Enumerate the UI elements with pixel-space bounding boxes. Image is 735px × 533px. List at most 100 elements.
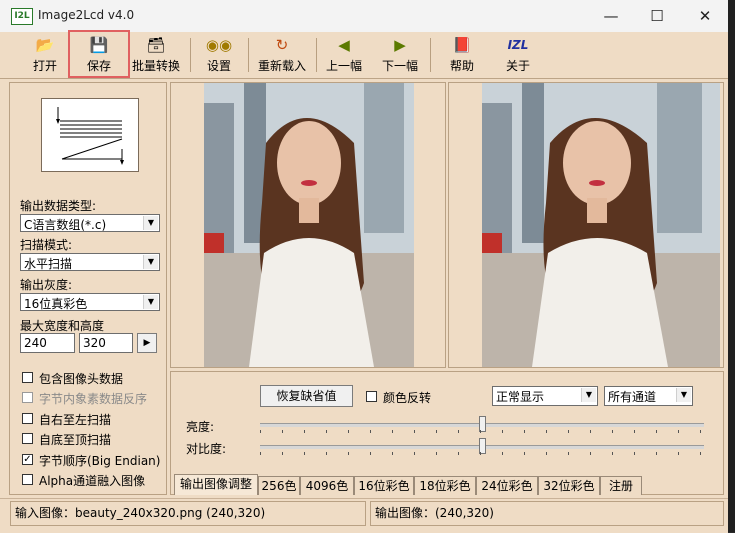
display-mode-select[interactable]: 正常显示 ▼: [492, 386, 598, 406]
scan-mode-select[interactable]: 水平扫描 ▼: [20, 253, 160, 271]
big-endian-label: 字节顺序(Big Endian): [39, 454, 161, 468]
scan-bottom-to-top-label: 自底至顶扫描: [39, 433, 112, 447]
open-icon: 📂: [35, 36, 55, 54]
input-image: [204, 83, 414, 367]
previous-button[interactable]: ◀ 上一幅: [322, 35, 366, 75]
channel-select[interactable]: 所有通道 ▼: [604, 386, 693, 406]
tab-4096-color[interactable]: 4096色: [300, 476, 354, 495]
restore-defaults-button[interactable]: 恢复缺省值: [260, 385, 353, 407]
toolbar-separator: [248, 38, 249, 72]
arrow-left-icon: ◀: [338, 36, 350, 54]
tab-24bit-color[interactable]: 24位彩色: [476, 476, 538, 495]
chevron-down-icon: ▼: [143, 295, 158, 309]
about-label: 关于: [505, 59, 530, 73]
about-izl-icon: IZL: [507, 38, 529, 52]
settings-label: 设置: [206, 59, 231, 73]
toolbar-separator: [190, 38, 191, 72]
scan-direction-preview: [41, 98, 139, 172]
chevron-down-icon: ▼: [143, 216, 158, 230]
minimize-button[interactable]: —: [588, 0, 634, 32]
arrow-right-icon: ▶: [394, 36, 406, 54]
settings-panel: 输出数据类型: C语言数组(*.c) ▼ 扫描模式: 水平扫描 ▼ 输出灰度: …: [9, 82, 167, 495]
max-width-input[interactable]: 240: [20, 333, 75, 353]
contrast-slider[interactable]: [260, 438, 704, 456]
gray-level-label: 输出灰度:: [20, 278, 73, 292]
slider-ticks: [260, 452, 704, 455]
brightness-slider[interactable]: [260, 416, 704, 434]
help-book-icon: 📕: [452, 36, 472, 54]
maximize-button[interactable]: ☐: [634, 0, 680, 32]
window-title: Image2Lcd v4.0: [38, 8, 135, 22]
input-image-panel: [170, 82, 446, 368]
close-button[interactable]: ✕: [682, 0, 728, 32]
reload-button[interactable]: ↻ 重新载入: [254, 35, 310, 75]
apply-size-button[interactable]: ▶: [137, 333, 157, 353]
next-button[interactable]: ▶ 下一幅: [378, 35, 422, 75]
slider-ticks: [260, 430, 704, 433]
output-image-panel: [448, 82, 724, 368]
scan-mode-value: 水平扫描: [24, 257, 73, 271]
tab-18bit-color[interactable]: 18位彩色: [414, 476, 476, 495]
reverse-pixel-order-label: 字节内象素数据反序: [39, 392, 148, 406]
reload-label: 重新载入: [257, 59, 306, 73]
settings-icon: ◉◉: [205, 36, 233, 54]
tab-16bit-color[interactable]: 16位彩色: [354, 476, 414, 495]
channel-value: 所有通道: [608, 390, 657, 404]
chevron-down-icon: ▼: [676, 388, 691, 402]
portrait-photo-icon: [204, 83, 414, 367]
tab-register[interactable]: 注册: [600, 476, 642, 495]
next-label: 下一幅: [381, 59, 418, 73]
portrait-photo-icon: [482, 83, 720, 367]
output-image: [482, 83, 720, 367]
tab-output-adjust[interactable]: 输出图像调整: [174, 474, 258, 495]
title-bar: I2L Image2Lcd v4.0 — ☐ ✕: [0, 0, 728, 32]
chevron-down-icon: ▼: [143, 255, 158, 269]
max-width-value: 240: [24, 336, 47, 350]
checkbox-box: [22, 372, 33, 383]
help-label: 帮助: [449, 59, 474, 73]
scan-pattern-diagram: [56, 107, 124, 165]
contrast-label: 对比度:: [186, 442, 227, 456]
play-arrow-icon: ▶: [143, 338, 151, 348]
checkbox-box: [22, 413, 33, 424]
alpha-blend-label: Alpha通道融入图像: [39, 474, 146, 488]
batch-icon: 🗃: [146, 36, 166, 54]
about-button[interactable]: IZL 关于: [498, 35, 538, 75]
checkmark-icon: ✓: [22, 454, 33, 465]
batch-label: 批量转换: [131, 59, 180, 73]
max-height-value: 320: [83, 336, 106, 350]
save-highlight-box: [68, 30, 130, 78]
output-type-label: 输出数据类型:: [20, 199, 97, 213]
tab-32bit-color[interactable]: 32位彩色: [538, 476, 600, 495]
include-header-label: 包含图像头数据: [39, 372, 124, 386]
open-button[interactable]: 📂 打开: [22, 35, 68, 75]
checkbox-box: [22, 474, 33, 485]
checkbox-box: [22, 433, 33, 444]
max-size-label: 最大宽度和高度: [20, 319, 105, 333]
gray-level-select[interactable]: 16位真彩色 ▼: [20, 293, 160, 311]
toolbar-separator: [430, 38, 431, 72]
output-type-value: C语言数组(*.c): [24, 218, 107, 232]
tab-256-color[interactable]: 256色: [258, 476, 300, 495]
reload-icon: ↻: [275, 36, 289, 54]
checkbox-box: [366, 391, 377, 402]
brightness-label: 亮度:: [186, 420, 215, 434]
gray-level-value: 16位真彩色: [24, 297, 88, 311]
batch-convert-button[interactable]: 🗃 批量转换: [128, 35, 184, 75]
display-mode-value: 正常显示: [496, 390, 545, 404]
status-bar: 输入图像：beauty_240x320.png (240,320) 输出图像：(…: [0, 498, 728, 533]
checkbox-box: [22, 392, 33, 403]
output-type-select[interactable]: C语言数组(*.c) ▼: [20, 214, 160, 232]
open-label: 打开: [32, 59, 57, 73]
app-window: I2L Image2Lcd v4.0 — ☐ ✕ 📂 打开 💾 保存 🗃 批量转…: [0, 0, 728, 533]
settings-button[interactable]: ◉◉ 设置: [198, 35, 240, 75]
max-height-input[interactable]: 320: [79, 333, 133, 353]
app-logo-icon: I2L: [11, 8, 33, 25]
previous-label: 上一幅: [325, 59, 362, 73]
scan-mode-label: 扫描模式:: [20, 238, 73, 252]
help-button[interactable]: 📕 帮助: [442, 35, 482, 75]
output-image-status: 输出图像：(240,320): [370, 501, 724, 526]
scan-right-to-left-label: 自右至左扫描: [39, 413, 112, 427]
desktop-background: [728, 0, 735, 532]
chevron-down-icon: ▼: [581, 388, 596, 402]
